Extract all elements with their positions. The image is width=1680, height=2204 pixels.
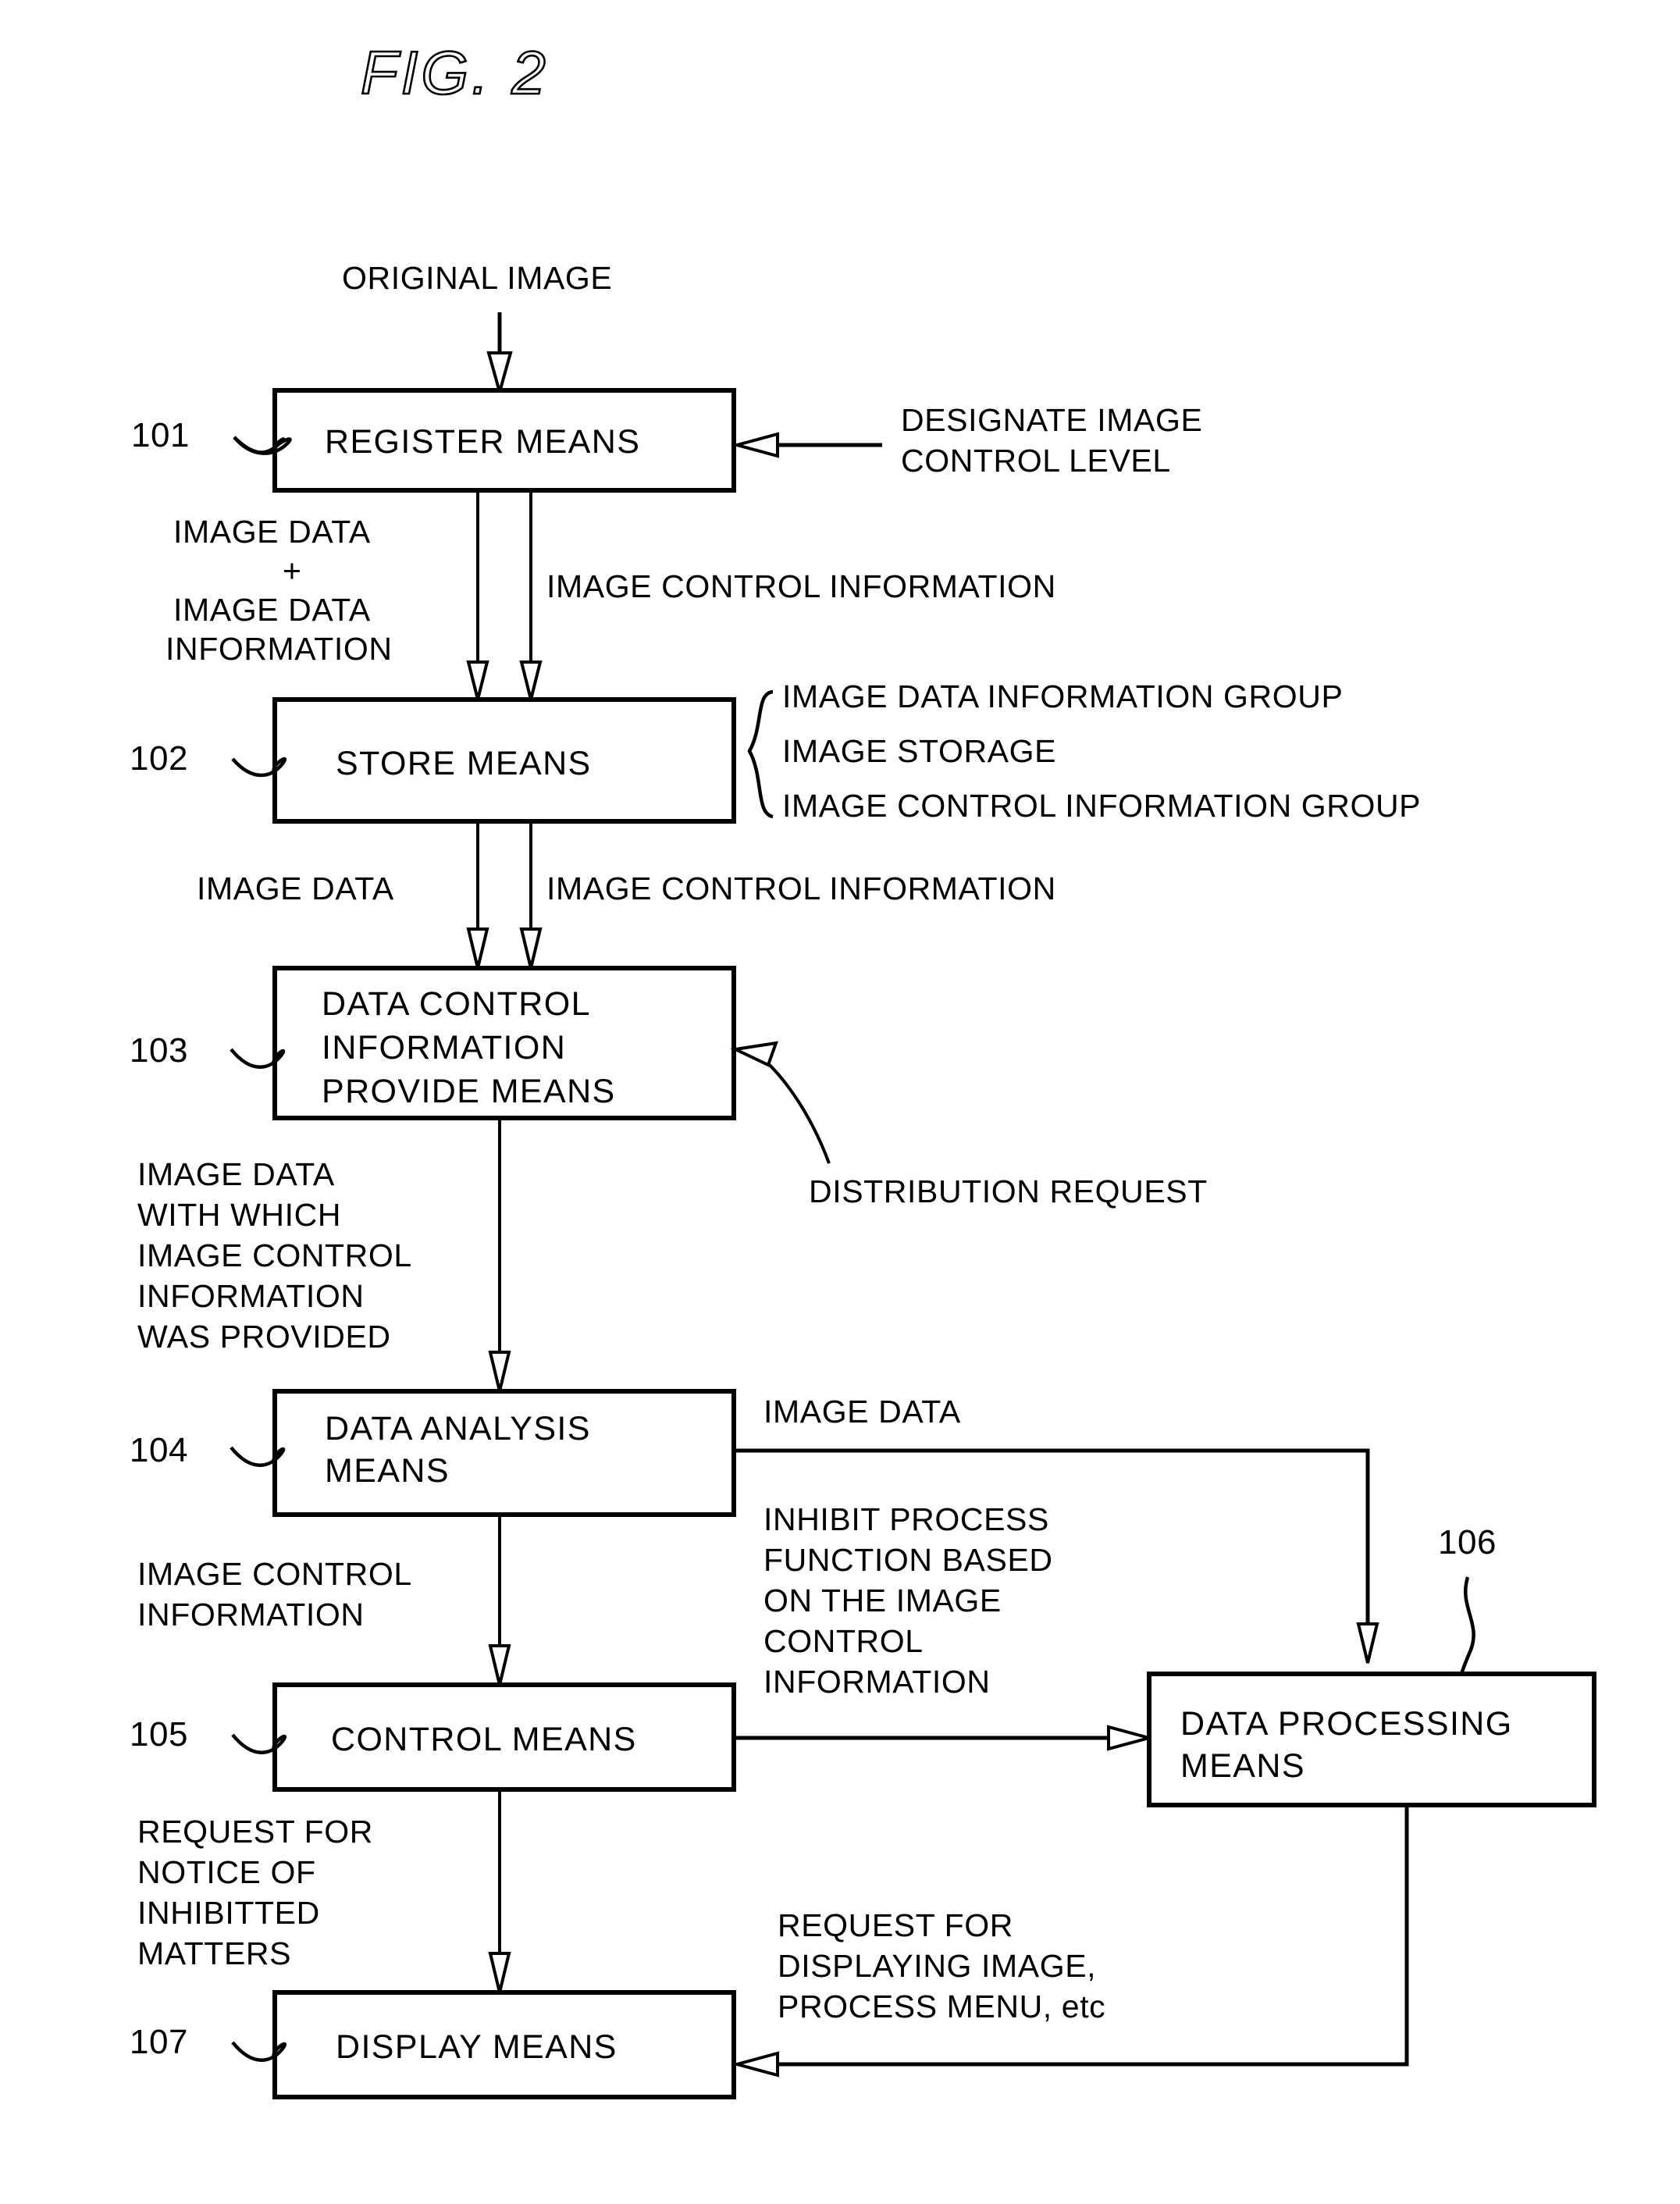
label-notice-line4: MATTERS xyxy=(137,1935,291,1971)
label-inhibit-line5: INFORMATION xyxy=(763,1664,991,1700)
ref-number-101: 101 xyxy=(131,416,190,454)
label-image-control-information-line2: INFORMATION xyxy=(137,1597,365,1633)
arrow-105-107-head xyxy=(488,1952,511,1993)
arrow-designate-head xyxy=(731,432,779,458)
box-103-label-line1: DATA CONTROL xyxy=(322,985,591,1023)
patent-figure-page: FIG. 2 ORIGINAL IMAGE REGISTER MEANS 101… xyxy=(0,0,1680,2204)
label-notice-line1: REQUEST FOR xyxy=(137,1814,373,1850)
arrow-106-107-head xyxy=(731,2051,779,2078)
ref-number-102: 102 xyxy=(130,739,188,778)
label-display-req-line2: DISPLAYING IMAGE, xyxy=(778,1948,1096,1984)
arrow-original-image-head xyxy=(486,351,513,398)
label-image-control-information-1: IMAGE CONTROL INFORMATION xyxy=(546,568,1056,604)
label-provided-line5: WAS PROVIDED xyxy=(137,1319,391,1355)
ref-number-105: 105 xyxy=(130,1715,188,1754)
label-designate-image-line2: CONTROL LEVEL xyxy=(901,443,1171,479)
label-image-data-plus-line1: IMAGE DATA xyxy=(173,514,371,550)
label-inhibit-line1: INHIBIT PROCESS xyxy=(763,1501,1049,1537)
label-original-image: ORIGINAL IMAGE xyxy=(342,260,612,296)
figure-title: FIG. 2 xyxy=(361,38,549,107)
label-store-brace-line1: IMAGE DATA INFORMATION GROUP xyxy=(782,678,1343,714)
label-display-req-line3: PROCESS MENU, etc xyxy=(778,1989,1105,2024)
box-control-means-label: CONTROL MEANS xyxy=(331,1721,637,1758)
label-notice-line3: INHIBITTED xyxy=(137,1895,320,1931)
brace-store-contents xyxy=(747,689,774,819)
label-provided-line2: WITH WHICH xyxy=(137,1197,341,1233)
figure-canvas: FIG. 2 ORIGINAL IMAGE REGISTER MEANS 101… xyxy=(130,37,1596,2099)
box-103-label-line3: PROVIDE MEANS xyxy=(322,1073,616,1110)
box-register-means-label: REGISTER MEANS xyxy=(325,423,640,461)
ref-number-106: 106 xyxy=(1438,1523,1497,1561)
arrow-ici-101-102-head xyxy=(519,660,543,700)
label-provided-line3: IMAGE CONTROL xyxy=(137,1237,412,1273)
box-106-label-line2: MEANS xyxy=(1180,1747,1305,1785)
label-provided-line4: INFORMATION xyxy=(137,1278,365,1314)
arrow-image-data-102-103-head xyxy=(466,928,489,969)
label-image-control-information-2: IMAGE CONTROL INFORMATION xyxy=(546,871,1056,906)
box-106-label-line1: DATA PROCESSING xyxy=(1180,1705,1513,1743)
label-store-brace-line3: IMAGE CONTROL INFORMATION GROUP xyxy=(782,788,1421,824)
label-image-data-plus-line4: INFORMATION xyxy=(166,631,393,667)
arrow-image-data-104-106-head xyxy=(1356,1622,1379,1664)
ref-number-104: 104 xyxy=(130,1431,188,1469)
label-image-data-plus-line3: IMAGE DATA xyxy=(173,592,371,628)
label-inhibit-line3: ON THE IMAGE xyxy=(763,1583,1002,1618)
label-image-data-3: IMAGE DATA xyxy=(763,1394,961,1430)
label-image-data-plus-line2: + xyxy=(283,553,302,589)
box-104-label-line2: MEANS xyxy=(325,1452,450,1490)
box-display-means-label: DISPLAY MEANS xyxy=(336,2028,618,2066)
arrow-105-106-head xyxy=(1107,1725,1155,1751)
arrow-ici-102-103-head xyxy=(519,928,543,969)
label-image-control-information-line1: IMAGE CONTROL xyxy=(137,1556,412,1592)
arrow-distribution-request-curve xyxy=(757,1054,831,1164)
label-designate-image-line1: DESIGNATE IMAGE xyxy=(901,402,1202,438)
arrow-104-105-head xyxy=(488,1644,511,1686)
label-distribution-request: DISTRIBUTION REQUEST xyxy=(809,1173,1208,1209)
label-inhibit-line2: FUNCTION BASED xyxy=(763,1542,1053,1578)
ref-number-107: 107 xyxy=(130,2023,188,2061)
arrow-image-data-101-102-head xyxy=(466,660,489,700)
label-display-req-line1: REQUEST FOR xyxy=(778,1907,1013,1943)
label-image-data-2: IMAGE DATA xyxy=(197,871,394,906)
box-103-label-line2: INFORMATION xyxy=(322,1029,566,1066)
ref-number-103: 103 xyxy=(130,1031,188,1070)
arrow-distribution-request-head xyxy=(730,1041,779,1067)
box-104-label-line1: DATA ANALYSIS xyxy=(325,1410,591,1447)
label-notice-line2: NOTICE OF xyxy=(137,1854,316,1890)
lead-line-106 xyxy=(1459,1576,1475,1675)
label-provided-line1: IMAGE DATA xyxy=(137,1156,335,1192)
label-store-brace-line2: IMAGE STORAGE xyxy=(782,733,1056,769)
label-inhibit-line4: CONTROL xyxy=(763,1623,924,1659)
box-store-means-label: STORE MEANS xyxy=(336,745,592,782)
arrow-103-104-head xyxy=(488,1351,511,1392)
